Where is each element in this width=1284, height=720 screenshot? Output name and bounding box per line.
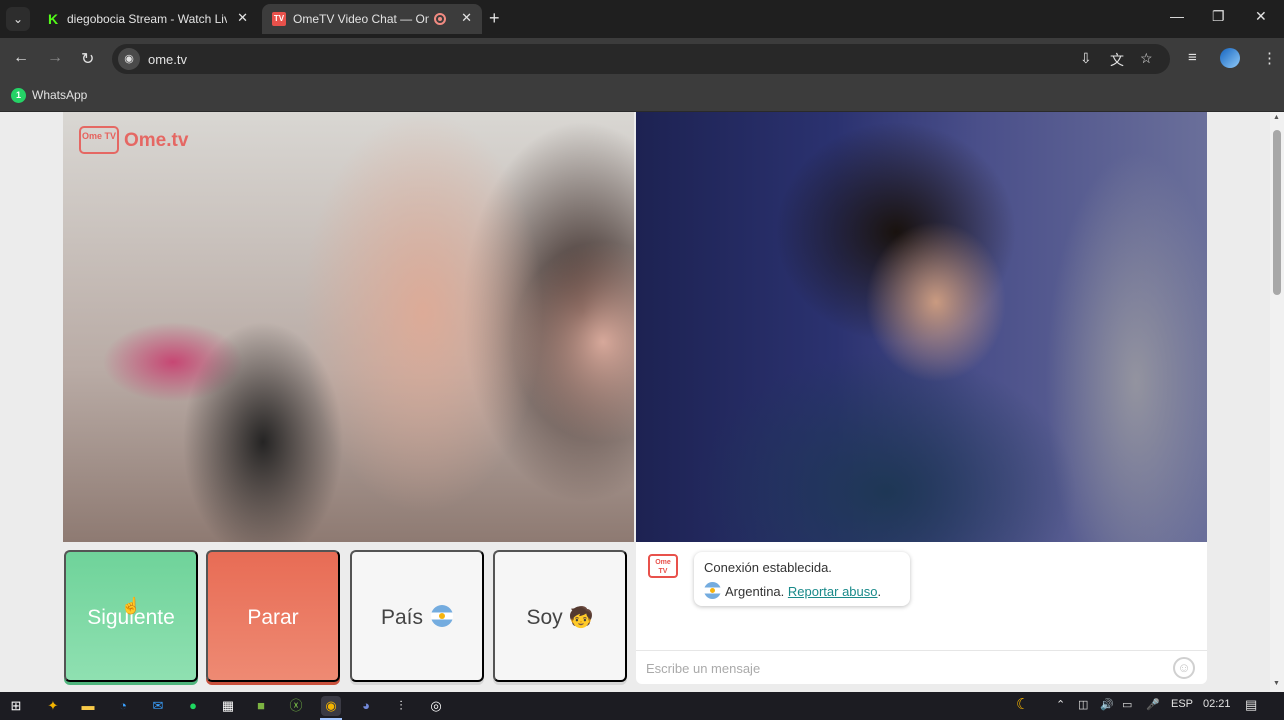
scroll-thumb[interactable] [1273, 130, 1281, 295]
network-icon[interactable]: ▭ [1122, 698, 1132, 711]
argentina-flag-icon [431, 605, 454, 627]
argentina-flag-icon [704, 582, 721, 599]
bookmark-label: WhatsApp [32, 88, 88, 102]
capcut-icon[interactable]: ⫶ [391, 696, 411, 716]
input-language[interactable]: ESP [1171, 698, 1193, 710]
tab-strip: ⌄ K diegobocia Stream - Watch Live ✕ TV … [0, 0, 1284, 38]
bookmark-star-icon[interactable]: ☆ [1140, 50, 1153, 67]
reload-icon[interactable]: ↻ [81, 49, 94, 69]
new-tab-plus-icon[interactable]: + [489, 8, 500, 29]
close-tab-icon[interactable]: ✕ [237, 10, 248, 26]
profile-avatar[interactable] [1220, 48, 1240, 68]
outlook-icon[interactable]: ✉ [148, 696, 168, 716]
local-video: Ome TV Ome.tv [63, 112, 634, 542]
tab-search-icon[interactable]: ⌄ [6, 7, 30, 31]
windows-start-icon[interactable]: ⊞ [6, 696, 26, 716]
spotify-icon[interactable]: ● [183, 696, 203, 716]
minimize-icon[interactable]: — [1170, 8, 1184, 24]
clock-time[interactable]: 02:21 [1203, 698, 1231, 710]
obs-icon[interactable]: ◎ [426, 696, 446, 716]
message-input[interactable] [646, 657, 1166, 679]
restore-icon[interactable]: ❐ [1212, 8, 1225, 25]
boy-emoji-icon: 🧒 [568, 607, 594, 629]
meet-now-icon[interactable]: ◫ [1078, 698, 1088, 711]
copilot-icon[interactable]: ✦ [43, 696, 63, 716]
connection-status: Conexión establecida. [704, 560, 832, 575]
microphone-icon[interactable]: 🎤 [1146, 698, 1160, 711]
edge-icon[interactable]: ◔ [113, 696, 133, 716]
file-explorer-icon[interactable]: ▬ [78, 696, 98, 716]
minecraft-icon[interactable]: ■ [251, 696, 271, 716]
recording-indicator-icon [434, 13, 446, 25]
calculator-icon[interactable]: ▦ [218, 696, 238, 716]
url-text[interactable]: ome.tv [148, 52, 187, 67]
country-line: Argentina. Reportar abuso. [704, 582, 881, 599]
scroll-down-icon[interactable]: ▼ [1273, 680, 1280, 687]
reading-list-icon[interactable]: ≡ [1188, 49, 1197, 66]
ometv-logo-box: Ome TV [79, 126, 119, 154]
message-input-bar: ☺ [636, 650, 1207, 684]
next-button[interactable]: Siguiente [64, 550, 198, 682]
page-scrollbar[interactable]: ▲ ▼ [1270, 112, 1284, 692]
kick-k-icon: K [47, 11, 59, 27]
stop-button[interactable]: Parar [206, 550, 340, 682]
menu-dots-icon[interactable]: ⋮ [1262, 49, 1277, 67]
night-light-icon[interactable]: ☾ [1016, 695, 1029, 713]
report-suffix: . [877, 584, 882, 599]
windows-taskbar: ⊞ ✦ ▬ ◔ ✉ ● ▦ ■ ⓧ ◉ ◕ ⫶ ◎ ☾ ⌃ ◫ 🔊 ▭ 🎤 ES… [0, 692, 1284, 720]
tray-overflow-icon[interactable]: ⌃ [1056, 698, 1065, 711]
tab-title: OmeTV Video Chat — OmeTV [293, 12, 429, 26]
system-message: Conexión establecida. Argentina. Reporta… [694, 552, 910, 606]
translate-icon[interactable]: ⽂ [1110, 50, 1124, 70]
xbox-icon[interactable]: ⓧ [286, 696, 306, 716]
install-app-icon[interactable]: ⇩ [1080, 50, 1092, 67]
scroll-up-icon[interactable]: ▲ [1273, 114, 1280, 121]
remote-video [636, 112, 1207, 542]
discord-icon[interactable]: ◕ [356, 696, 376, 716]
mouse-cursor-icon: ☝ [121, 598, 141, 615]
forward-arrow-icon[interactable]: → [47, 49, 63, 67]
back-arrow-icon[interactable]: ← [13, 49, 29, 67]
gender-label: Soy [526, 606, 563, 629]
chat-ometv-icon: Ome TV [648, 554, 678, 578]
volume-icon[interactable]: 🔊 [1100, 698, 1114, 711]
chrome-icon[interactable]: ◉ [321, 696, 341, 716]
country-label: País [380, 606, 424, 629]
tab-kick-stream[interactable]: K diegobocia Stream - Watch Live ✕ [36, 4, 258, 34]
tab-title: diegobocia Stream - Watch Live [67, 12, 227, 26]
ometv-logo-word: Ome.tv [124, 130, 189, 151]
ometv-icon: TV [272, 12, 286, 26]
address-bar[interactable]: ◉ ome.tv ⇩ ⽂ ☆ [112, 44, 1170, 74]
gender-button[interactable]: Soy 🧒 [493, 550, 627, 682]
whatsapp-icon: 1 [11, 88, 26, 103]
notifications-icon[interactable]: ▤ [1245, 697, 1257, 713]
chat-panel: Ome TV Conexión establecida. Argentina. … [636, 542, 1207, 684]
country-button[interactable]: País [350, 550, 484, 682]
site-info-icon[interactable]: ◉ [118, 48, 140, 70]
browser-window: ⌄ K diegobocia Stream - Watch Live ✕ TV … [0, 0, 1284, 720]
report-abuse-link[interactable]: Reportar abuso [788, 584, 878, 599]
page-content: Ome TV Ome.tv Siguiente Parar País Soy 🧒 … [0, 112, 1270, 692]
close-window-icon[interactable]: ✕ [1255, 8, 1267, 25]
tab-ometv[interactable]: TV OmeTV Video Chat — OmeTV ✕ [262, 4, 482, 34]
bookmarks-bar: 1 WhatsApp [0, 80, 1284, 112]
emoji-smile-icon[interactable]: ☺ [1173, 657, 1195, 679]
close-tab-icon[interactable]: ✕ [461, 10, 472, 26]
browser-toolbar: ← → ↻ ◉ ome.tv ⇩ ⽂ ☆ ≡ ⋮ [0, 38, 1284, 80]
country-name: Argentina. [725, 584, 785, 599]
